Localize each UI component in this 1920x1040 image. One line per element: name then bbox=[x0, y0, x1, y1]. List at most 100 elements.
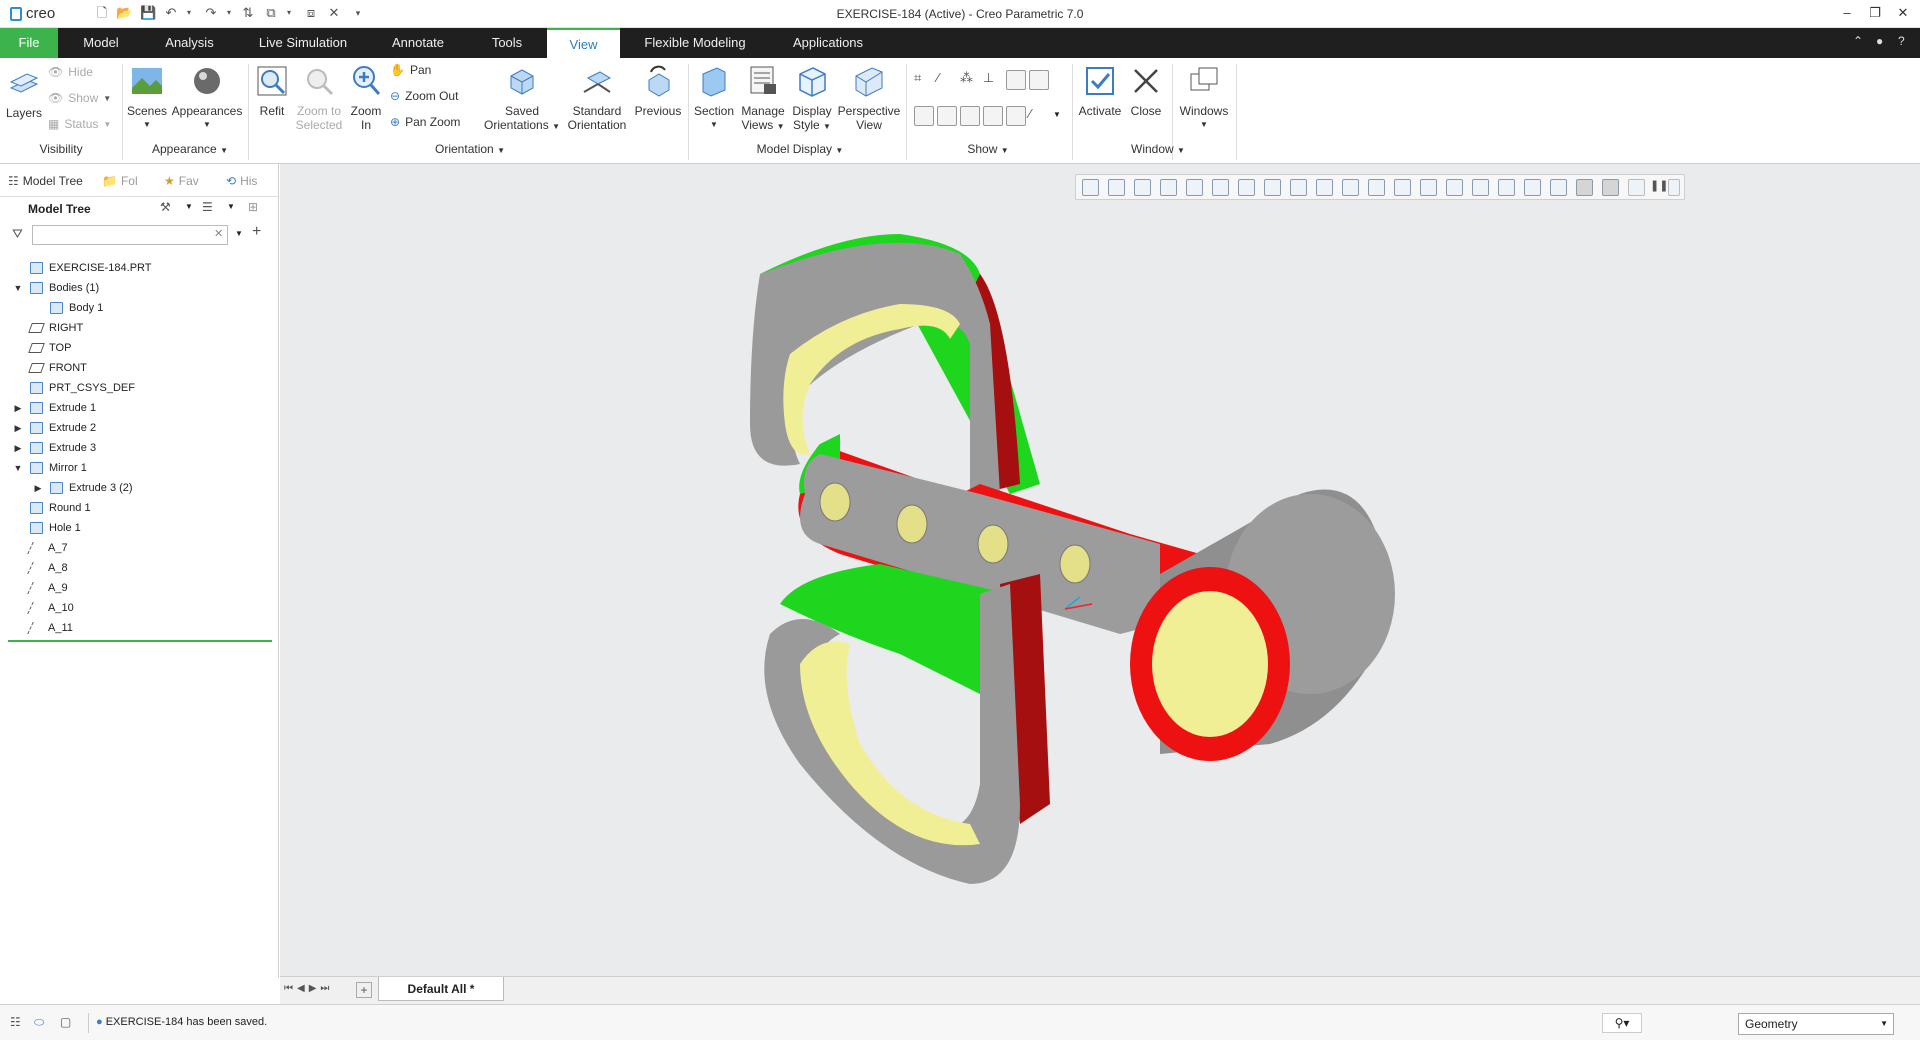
tree-item[interactable]: Body 1 bbox=[0, 298, 103, 318]
close-icon[interactable]: ✕ bbox=[1893, 5, 1913, 21]
notification-icon[interactable]: ● bbox=[1876, 34, 1883, 48]
navigator-toggle-icon[interactable]: ☷ bbox=[10, 1015, 21, 1029]
tab-tools[interactable]: Tools bbox=[473, 28, 541, 58]
tab-favorites[interactable]: ★ Fav bbox=[164, 170, 199, 192]
tree-item[interactable]: A_8 bbox=[0, 558, 68, 578]
tree-item[interactable]: A_7 bbox=[0, 538, 68, 558]
axis-display-icon[interactable]: ∕ bbox=[937, 70, 957, 90]
tree-item[interactable]: RIGHT bbox=[0, 318, 83, 338]
tree-item[interactable]: ▶ Extrude 2 bbox=[0, 418, 96, 438]
hide-button[interactable]: 👁 Hide bbox=[48, 62, 93, 82]
tree-item[interactable]: Round 1 bbox=[0, 498, 91, 518]
point-display-icon[interactable]: ⁂ bbox=[960, 70, 980, 90]
expand-toggle-icon[interactable]: ▼ bbox=[12, 463, 24, 473]
tree-columns-icon[interactable]: ☰ bbox=[202, 200, 213, 214]
tree-item[interactable]: PRT_CSYS_DEF bbox=[0, 378, 135, 398]
curve-display-icon[interactable]: ∕ bbox=[1029, 106, 1049, 126]
status-button[interactable]: ▦ Status ▼ bbox=[48, 114, 111, 134]
tab-model-tree[interactable]: ☷ Model Tree bbox=[8, 170, 83, 192]
layers-button[interactable]: Layers bbox=[4, 66, 44, 120]
selection-filter-dropdown[interactable]: Geometry ▼ bbox=[1738, 1013, 1894, 1035]
tab-file[interactable]: File bbox=[0, 28, 58, 58]
tree-item[interactable]: A_9 bbox=[0, 578, 68, 598]
tree-search-input[interactable] bbox=[32, 225, 228, 245]
plane-tag-display-icon[interactable] bbox=[914, 106, 934, 126]
expand-toggle-icon[interactable]: ▶ bbox=[32, 483, 44, 494]
tab-model[interactable]: Model bbox=[66, 28, 136, 58]
tree-item[interactable]: ▼ Bodies (1) bbox=[0, 278, 99, 298]
expand-toggle-icon[interactable]: ▼ bbox=[12, 283, 24, 293]
tree-item[interactable]: EXERCISE-184.PRT bbox=[0, 258, 152, 278]
group-show-dropdown-icon: ▼ bbox=[1000, 146, 1009, 155]
zoom-out-button[interactable]: ⊖ Zoom Out bbox=[390, 86, 458, 106]
tab-analysis[interactable]: Analysis bbox=[152, 28, 227, 58]
tree-item[interactable]: A_11 bbox=[0, 618, 73, 638]
add-filter-icon[interactable]: + bbox=[252, 223, 261, 241]
perspective-view-button[interactable]: Perspective View bbox=[836, 64, 902, 132]
graphics-window[interactable]: ❚❚ bbox=[280, 164, 1920, 976]
saved-orientations-button[interactable]: Saved Orientations ▼ bbox=[478, 64, 566, 134]
tree-item[interactable]: ▶ Extrude 1 bbox=[0, 398, 96, 418]
tab-annotate[interactable]: Annotate bbox=[378, 28, 458, 58]
show-more-dropdown-icon[interactable]: ▼ bbox=[1053, 110, 1061, 119]
tab-applications[interactable]: Applications bbox=[780, 28, 876, 58]
tab-live-simulation[interactable]: Live Simulation bbox=[247, 28, 359, 58]
tree-item[interactable]: A_10 bbox=[0, 598, 74, 618]
browser-toggle-icon[interactable]: ⬭ bbox=[34, 1015, 44, 1030]
tab-view[interactable]: View bbox=[547, 28, 620, 58]
tag-display-icon[interactable] bbox=[1029, 70, 1049, 90]
section-button[interactable]: Section ▼ bbox=[692, 64, 736, 132]
tree-columns-dropdown-icon[interactable]: ▼ bbox=[227, 202, 235, 211]
csys-display-icon[interactable]: ⊥ bbox=[983, 70, 1003, 90]
tree-item[interactable]: Hole 1 bbox=[0, 518, 81, 538]
close-button[interactable]: Close bbox=[1124, 64, 1168, 118]
pan-zoom-button[interactable]: ⊕ Pan Zoom bbox=[390, 112, 460, 132]
tab-default-all[interactable]: Default All * bbox=[378, 977, 504, 1001]
collapse-ribbon-icon[interactable]: ⌃ bbox=[1853, 34, 1863, 48]
expand-toggle-icon[interactable]: ▶ bbox=[12, 443, 24, 454]
tree-filter-settings-icon[interactable]: ⊞ bbox=[248, 200, 258, 214]
pan-button[interactable]: ✋ Pan bbox=[390, 60, 431, 80]
tab-history[interactable]: ⟲ His bbox=[226, 170, 257, 192]
help-icon[interactable]: ? bbox=[1898, 34, 1905, 48]
display-style-button[interactable]: Display Style ▼ bbox=[788, 64, 836, 134]
scenes-button[interactable]: Scenes ▼ bbox=[126, 64, 168, 132]
windows-button[interactable]: Windows ▼ bbox=[1176, 64, 1232, 132]
insert-here-indicator[interactable] bbox=[8, 640, 272, 642]
tree-settings-dropdown-icon[interactable]: ▼ bbox=[185, 202, 193, 211]
manage-views-button[interactable]: Manage Views ▼ bbox=[738, 64, 788, 134]
axis-tag-display-icon[interactable] bbox=[937, 106, 957, 126]
previous-button[interactable]: Previous bbox=[630, 64, 686, 118]
tree-item[interactable]: FRONT bbox=[0, 358, 87, 378]
point-tag-display-icon[interactable] bbox=[960, 106, 980, 126]
tree-item[interactable]: ▼ Mirror 1 bbox=[0, 458, 87, 478]
model-3d-part[interactable] bbox=[280, 164, 1920, 976]
standard-orientation-button[interactable]: Standard Orientation bbox=[566, 64, 628, 132]
tree-item[interactable]: ▶ Extrude 3 bbox=[0, 438, 96, 458]
activate-button[interactable]: Activate bbox=[1076, 64, 1124, 118]
tree-item[interactable]: TOP bbox=[0, 338, 71, 358]
show-button[interactable]: 👁 Show ▼ bbox=[48, 88, 111, 108]
tab-flexible-modeling[interactable]: Flexible Modeling bbox=[632, 28, 758, 58]
expand-toggle-icon[interactable]: ▶ bbox=[12, 423, 24, 434]
expand-toggle-icon[interactable]: ▶ bbox=[12, 403, 24, 414]
annotation-display-icon[interactable] bbox=[1006, 70, 1026, 90]
tree-settings-icon[interactable]: ⚒ bbox=[160, 200, 171, 214]
zoom-to-selected-button[interactable]: Zoom to Selected bbox=[292, 64, 346, 132]
zoom-in-button[interactable]: Zoom In bbox=[346, 64, 386, 132]
spin-center-display-icon[interactable] bbox=[1006, 106, 1026, 126]
plane-display-icon[interactable]: ⌗ bbox=[914, 70, 934, 90]
find-icon[interactable]: ⚲▾ bbox=[1602, 1013, 1642, 1033]
search-dropdown-icon[interactable]: ▼ bbox=[235, 229, 243, 238]
tab-folder-browser[interactable]: 📁 Fol bbox=[102, 170, 138, 192]
minimize-icon[interactable]: – bbox=[1837, 5, 1857, 20]
tree-item[interactable]: ▶ Extrude 3 (2) bbox=[0, 478, 133, 498]
appearances-button[interactable]: Appearances ▼ bbox=[170, 64, 244, 132]
add-tab-icon[interactable]: + bbox=[356, 982, 372, 998]
refit-button[interactable]: Refit bbox=[252, 64, 292, 118]
tab-scroll-arrows-icon[interactable]: ⏮◀▶⏭ bbox=[284, 983, 333, 994]
restore-icon[interactable]: ❐ bbox=[1865, 5, 1885, 21]
fullscreen-icon[interactable]: ▢ bbox=[60, 1015, 71, 1029]
csys-tag-display-icon[interactable] bbox=[983, 106, 1003, 126]
clear-search-icon[interactable]: ✕ bbox=[214, 227, 223, 240]
